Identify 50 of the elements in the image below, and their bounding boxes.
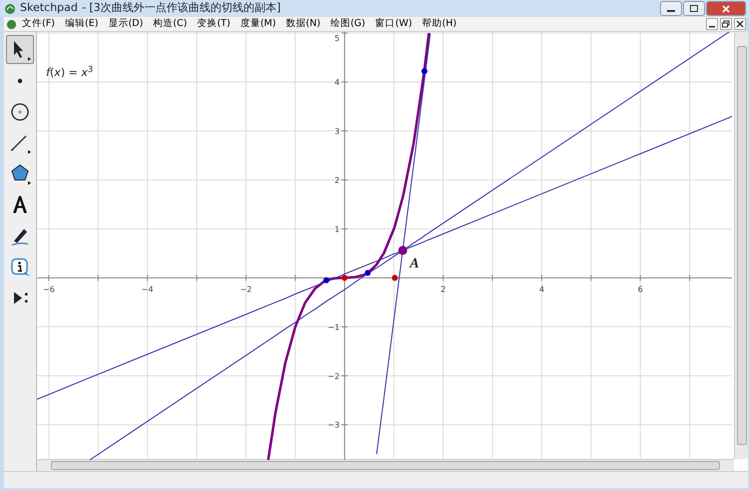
menu-item[interactable]: 显示(D)	[103, 17, 148, 31]
tick-label: −4	[142, 284, 154, 294]
tick-label: 2	[440, 284, 446, 294]
point[interactable]	[323, 277, 330, 284]
close-button[interactable]	[706, 1, 746, 16]
menu-item[interactable]: 绘图(G)	[325, 17, 370, 31]
menu-item[interactable]: 文件(F)	[17, 17, 60, 31]
minimize-button[interactable]	[660, 1, 682, 16]
point[interactable]	[398, 246, 408, 255]
menu-item[interactable]: 帮助(H)	[417, 17, 462, 31]
menu-item[interactable]: 数据(N)	[280, 17, 326, 31]
app-logo-icon	[4, 2, 16, 14]
close-icon	[736, 20, 744, 28]
function-label: f(x) = x$^{3}$	[46, 65, 93, 81]
point-label: A	[410, 256, 420, 272]
menu-item[interactable]: 构造(C)	[148, 17, 192, 31]
point[interactable]	[342, 274, 348, 281]
horizontal-scrollbar[interactable]	[37, 459, 734, 471]
point-tool-icon	[17, 78, 23, 84]
doc-restore-button[interactable]	[720, 18, 732, 30]
tool-button[interactable]	[6, 35, 34, 64]
tick-label: 4	[539, 284, 544, 294]
point[interactable]	[392, 274, 398, 281]
tick-label: −3	[328, 420, 340, 430]
menu-item[interactable]: 度量(M)	[235, 17, 281, 31]
vertical-scrollbar[interactable]	[734, 32, 748, 459]
tick-label: 2	[334, 176, 340, 185]
point[interactable]	[421, 68, 428, 74]
app-name: Sketchpad	[20, 0, 78, 16]
tick-label: −1	[328, 322, 340, 332]
menu-item[interactable]: 变换(T)	[192, 17, 236, 31]
restore-icon	[722, 20, 730, 28]
tick-label: −2	[328, 372, 340, 381]
tick-label: −6	[42, 284, 55, 294]
document-icon	[6, 18, 17, 30]
doc-minimize-button[interactable]	[706, 18, 718, 30]
tick-label: 6	[638, 284, 643, 294]
point[interactable]	[364, 270, 371, 276]
close-icon	[722, 4, 730, 12]
menu-item[interactable]: 编辑(E)	[60, 17, 104, 31]
tick-label: −2	[240, 284, 252, 294]
window-title: - [3次曲线外一点作该曲线的切线的副本]	[82, 0, 281, 16]
tick-label: 5	[334, 34, 340, 43]
tick-label: 3	[334, 126, 340, 136]
maximize-button[interactable]	[683, 1, 705, 16]
tick-label: 1	[334, 224, 340, 234]
maximize-icon	[690, 5, 698, 12]
menu-item[interactable]: 窗口(W)	[370, 17, 418, 31]
doc-close-button[interactable]	[734, 18, 746, 30]
tick-label: 4	[334, 78, 340, 87]
